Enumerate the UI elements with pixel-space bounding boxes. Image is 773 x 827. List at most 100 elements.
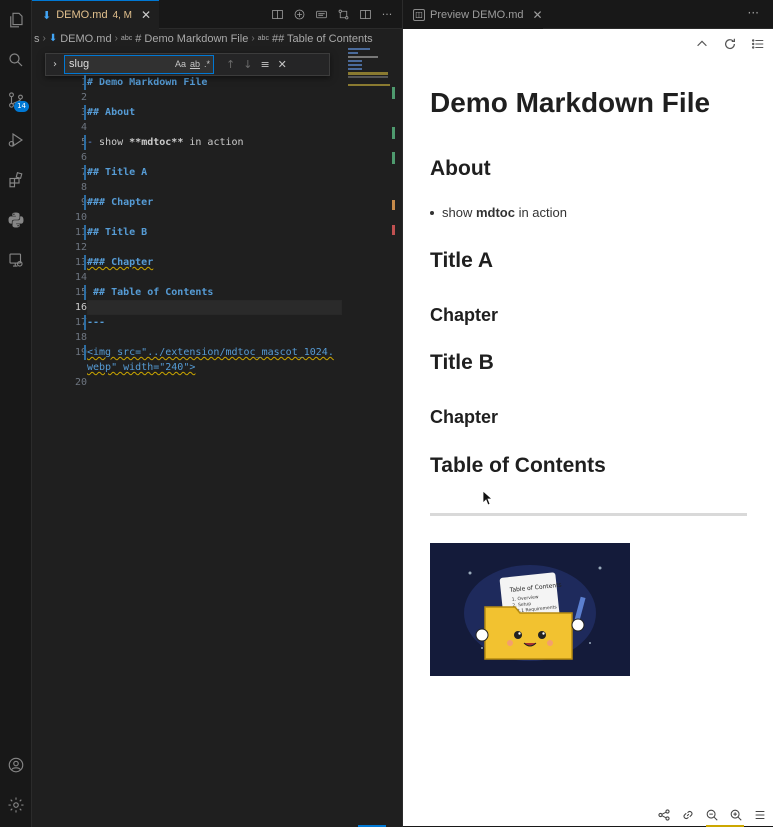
tab-status: 4, M	[112, 9, 133, 21]
outline-list-icon[interactable]	[751, 37, 765, 51]
chevron-right-icon: ›	[114, 33, 118, 44]
breadcrumb-item[interactable]: # Demo Markdown File	[135, 33, 248, 45]
share-icon[interactable]	[657, 808, 671, 822]
preview-h2-toc: Table of Contents	[430, 454, 606, 477]
chevron-right-icon: ›	[251, 33, 255, 44]
code-line: # Demo Markdown File	[87, 75, 207, 90]
preview-h2-title-b: Title B	[430, 351, 494, 374]
gutter-modified-marker	[84, 135, 86, 150]
python-icon	[8, 212, 24, 228]
tab-demo-md[interactable]: ⬇ DEMO.md 4, M ✕	[32, 0, 159, 29]
code-text: ## Title B	[87, 227, 148, 238]
vscode-window: 14 ⬇ DEMO.md 4, M ✕ ··· s › ⬇ DEMO.md › …	[0, 0, 773, 827]
preview-status-bar	[657, 808, 767, 822]
run-debug-icon	[8, 132, 24, 148]
close-icon[interactable]: ✕	[141, 8, 151, 22]
code-line: - show **mdtoc** in action	[87, 135, 244, 150]
line-number: 13	[74, 257, 87, 268]
line-number: 1	[47, 75, 87, 90]
regex-toggle[interactable]: .*	[204, 56, 210, 73]
source-control-badge: 14	[14, 101, 29, 112]
zoom-out-icon[interactable]	[705, 808, 719, 822]
account-button[interactable]	[2, 751, 30, 779]
close-icon[interactable]: ✕	[278, 58, 287, 71]
run-debug-button[interactable]	[2, 126, 30, 154]
markdown-file-icon: ⬇	[48, 33, 58, 44]
breadcrumb-item[interactable]: s	[34, 33, 40, 45]
symbol-string-icon: abc	[120, 35, 133, 42]
code-bold: **mdtoc**	[129, 137, 184, 148]
find-input[interactable]: slug Aa ab .*	[64, 55, 214, 74]
gutter-modified-marker	[84, 105, 86, 120]
preview-toolbar	[695, 37, 765, 51]
more-actions-icon[interactable]: ···	[748, 6, 759, 20]
more-actions-icon[interactable]: ···	[380, 7, 394, 21]
line-number: 7	[47, 165, 87, 180]
code-text: ---	[87, 317, 106, 328]
markdown-file-icon: ⬇	[42, 8, 52, 22]
scroll-decoration	[392, 127, 395, 139]
refresh-icon[interactable]	[723, 37, 737, 51]
source-control-button[interactable]: 14	[2, 86, 30, 114]
open-preview-side-icon[interactable]	[270, 7, 284, 21]
search-button[interactable]	[2, 46, 30, 74]
breadcrumb-item[interactable]: DEMO.md	[60, 33, 111, 45]
line-number: 19	[74, 347, 87, 358]
python-button[interactable]	[2, 206, 30, 234]
close-icon[interactable]: ✕	[533, 8, 543, 22]
scroll-decoration	[392, 200, 395, 210]
editor-group: ⬇ DEMO.md 4, M ✕ ··· s › ⬇ DEMO.md › abc…	[32, 0, 402, 827]
line-number: 11	[74, 227, 87, 238]
preview-list-item: show mdtoc in action	[429, 205, 568, 220]
git-compare-icon[interactable]	[336, 7, 350, 21]
minimap[interactable]	[348, 48, 393, 108]
code-line: ---	[87, 315, 105, 330]
gutter-modified-marker	[84, 315, 86, 330]
preview-h2-title-a: Title A	[430, 249, 494, 272]
arrow-up-icon[interactable]: ↑	[226, 58, 235, 71]
gutter-modified-marker	[84, 225, 86, 240]
breadcrumb: s › ⬇ DEMO.md › abc # Demo Markdown File…	[32, 29, 402, 48]
arrow-down-icon[interactable]: ↓	[243, 58, 252, 71]
list-text: in action	[514, 205, 568, 220]
zoom-in-icon[interactable]	[729, 808, 743, 822]
line-number: 2	[80, 92, 87, 103]
code-line: ### Chapter	[87, 255, 153, 270]
extensions-button[interactable]	[2, 166, 30, 194]
tab-label: DEMO.md	[56, 9, 108, 21]
line-number: 12	[74, 242, 87, 253]
current-line-highlight	[87, 300, 342, 315]
menu-icon[interactable]	[753, 808, 767, 822]
account-icon	[8, 757, 24, 773]
match-case-toggle[interactable]: Aa	[175, 56, 186, 73]
remote-explorer-button[interactable]	[2, 246, 30, 274]
code-text: ## Table of Contents	[87, 287, 214, 298]
link-icon[interactable]	[681, 808, 695, 822]
code-line: ## Table of Contents	[87, 285, 213, 300]
breadcrumb-item[interactable]: ## Table of Contents	[272, 33, 373, 45]
editor-actions: ···	[270, 7, 394, 21]
toggle-preview-icon[interactable]	[314, 7, 328, 21]
tab-preview-demo-md[interactable]: ◫ Preview DEMO.md ✕	[403, 0, 543, 29]
find-query: slug	[69, 58, 90, 70]
code-text: in action	[183, 137, 244, 148]
scroll-decoration	[392, 87, 395, 99]
line-number: 6	[80, 152, 87, 163]
code-line: ## About	[87, 105, 135, 120]
explorer-button[interactable]	[2, 6, 30, 34]
copilot-icon[interactable]	[292, 7, 306, 21]
preview-tab-bar: ◫ Preview DEMO.md ✕ ···	[403, 0, 773, 29]
settings-button[interactable]	[2, 791, 30, 819]
find-in-selection-icon[interactable]: ≡	[260, 58, 269, 71]
split-editor-icon[interactable]	[358, 7, 372, 21]
line-number: 4	[80, 122, 87, 133]
chevron-right-icon[interactable]: ›	[46, 59, 64, 70]
list-text: show	[442, 205, 476, 220]
find-nav: ↑ ↓ ≡ ✕	[226, 58, 287, 71]
search-icon	[9, 53, 23, 67]
match-word-toggle[interactable]: ab	[190, 56, 200, 73]
code-text: # Demo Markdown File	[87, 77, 208, 88]
line-number: 9	[47, 195, 87, 210]
chevron-up-icon[interactable]	[695, 37, 709, 51]
mascot-image: Table of Contents 1. Overview 2. Setup 2…	[430, 543, 630, 676]
